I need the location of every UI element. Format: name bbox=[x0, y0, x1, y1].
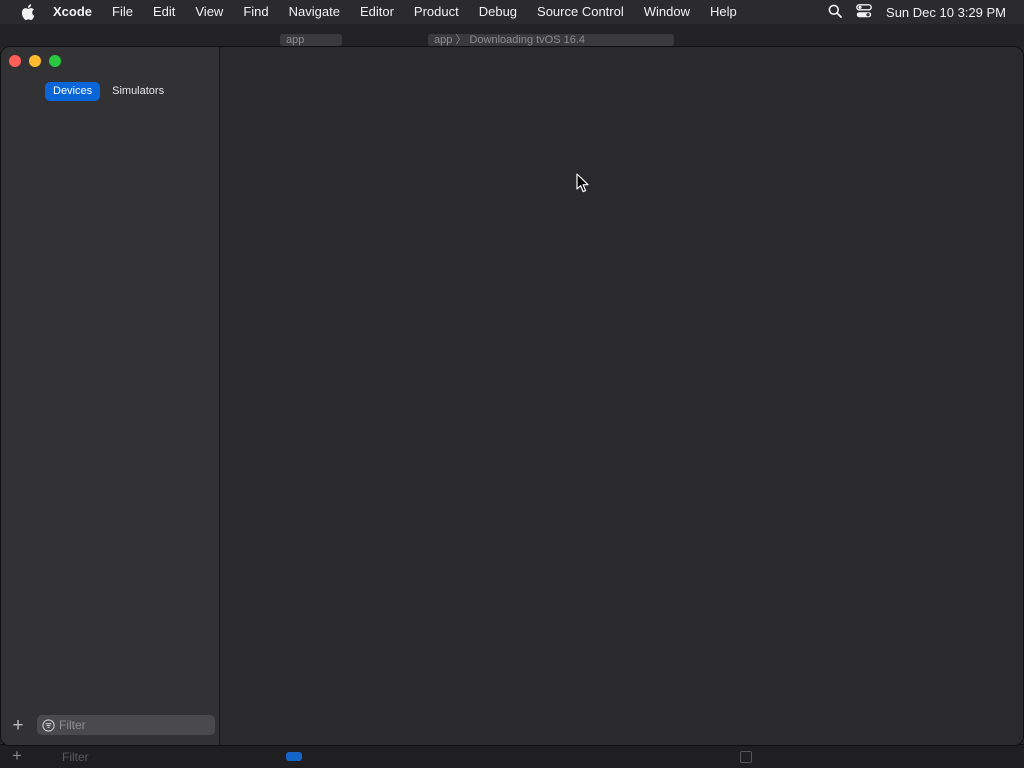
menu-product[interactable]: Product bbox=[403, 0, 468, 24]
background-tab-project: app bbox=[280, 34, 342, 46]
apple-logo-icon bbox=[21, 4, 35, 20]
window-traffic-lights bbox=[9, 55, 61, 67]
apple-menu-icon[interactable] bbox=[18, 0, 38, 24]
close-window-button[interactable] bbox=[9, 55, 21, 67]
menu-window[interactable]: Window bbox=[633, 0, 699, 24]
menu-list: Xcode File Edit View Find Navigate Edito… bbox=[50, 0, 746, 24]
background-filter-field: Filter bbox=[32, 749, 262, 765]
menu-editor[interactable]: Editor bbox=[349, 0, 403, 24]
device-filter-field[interactable] bbox=[37, 715, 215, 735]
devices-simulators-segmented-control: Devices Simulators bbox=[45, 82, 172, 101]
zoom-window-button[interactable] bbox=[49, 55, 61, 67]
background-filter-placeholder: Filter bbox=[62, 750, 89, 764]
menu-navigate[interactable]: Navigate bbox=[278, 0, 349, 24]
menu-bar: Xcode File Edit View Find Navigate Edito… bbox=[0, 0, 1024, 24]
background-tab-activity: app 〉 Downloading tvOS 16.4 bbox=[428, 34, 674, 46]
device-detail-pane bbox=[220, 47, 1023, 745]
control-center-icon[interactable] bbox=[856, 3, 872, 21]
background-toolbar: app app 〉 Downloading tvOS 16.4 bbox=[0, 24, 1024, 46]
tab-devices[interactable]: Devices bbox=[45, 82, 101, 101]
menu-app-xcode[interactable]: Xcode bbox=[50, 0, 101, 24]
devices-and-simulators-window: Devices Simulators + bbox=[0, 46, 1024, 746]
menu-source-control[interactable]: Source Control bbox=[526, 0, 633, 24]
magnifying-glass-icon bbox=[828, 4, 842, 18]
tab-simulators[interactable]: Simulators bbox=[104, 82, 172, 101]
menu-debug[interactable]: Debug bbox=[468, 0, 526, 24]
menu-file[interactable]: File bbox=[101, 0, 142, 24]
add-device-button[interactable]: + bbox=[9, 716, 27, 735]
background-add-button: + bbox=[12, 746, 22, 765]
devices-sidebar: Devices Simulators + bbox=[1, 47, 220, 745]
menu-edit[interactable]: Edit bbox=[142, 0, 184, 24]
device-filter-input[interactable] bbox=[59, 718, 209, 732]
menu-find[interactable]: Find bbox=[232, 0, 277, 24]
menu-help[interactable]: Help bbox=[699, 0, 746, 24]
filter-icon bbox=[41, 718, 55, 732]
menu-bar-status-area: Sun Dec 10 3:29 PM bbox=[828, 0, 1006, 24]
background-status-bar: + Filter bbox=[0, 744, 1024, 768]
sidebar-footer: + bbox=[1, 713, 219, 745]
background-panel-toggle-icon bbox=[740, 751, 752, 763]
menu-bar-clock[interactable]: Sun Dec 10 3:29 PM bbox=[886, 5, 1006, 20]
background-breakpoint-indicator bbox=[286, 752, 302, 761]
menu-view[interactable]: View bbox=[184, 0, 232, 24]
mouse-pointer-icon bbox=[576, 173, 589, 193]
spotlight-search-icon[interactable] bbox=[828, 4, 842, 21]
minimize-window-button[interactable] bbox=[29, 55, 41, 67]
toggles-icon bbox=[856, 3, 872, 17]
